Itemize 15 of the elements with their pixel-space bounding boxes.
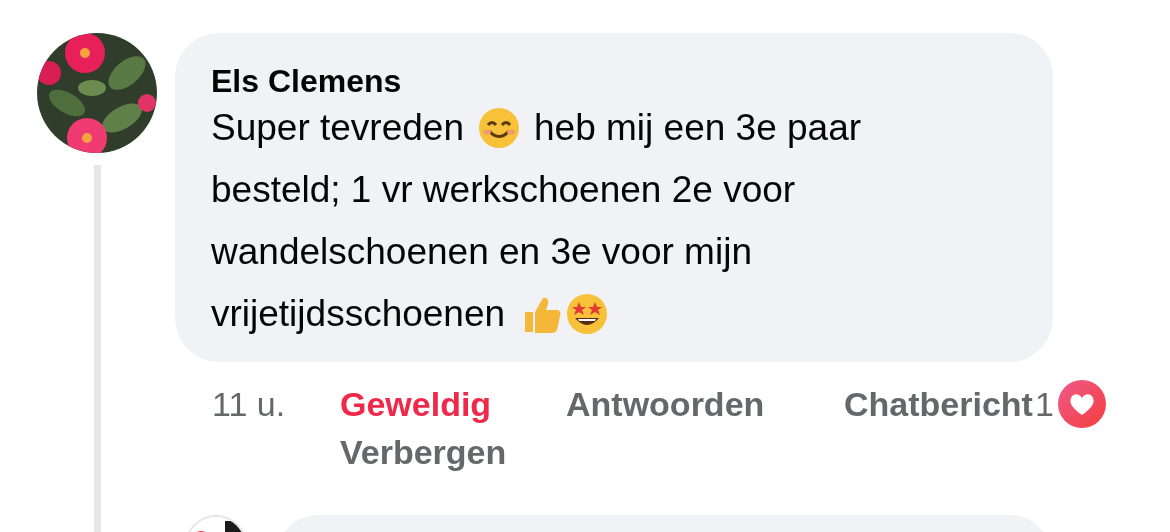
comment-text: vrijetijdsschoenen (211, 292, 506, 336)
reaction-count: 1 (1034, 384, 1054, 425)
action-link[interactable]: Chatbericht (844, 382, 1033, 426)
action-link[interactable]: Geweldig (340, 382, 566, 426)
heart-reaction-icon (1057, 380, 1106, 428)
comment-text: Super tevreden (211, 106, 464, 150)
smiley-icon (478, 107, 520, 149)
star-struck-emoji-icon (565, 292, 610, 336)
author-name: Els Clemens (211, 63, 403, 99)
timestamp: 11 u. (212, 384, 287, 425)
comment-text: besteld; 1 vr werkschoenen 2e voor (211, 168, 796, 212)
action-link[interactable]: Antwoorden (566, 382, 844, 426)
comment-text: heb mij een 3e paar (534, 106, 862, 150)
comment-text: wandelschoenen en 3e voor mijn (211, 230, 752, 274)
hide-link[interactable]: Verbergen (340, 430, 507, 474)
